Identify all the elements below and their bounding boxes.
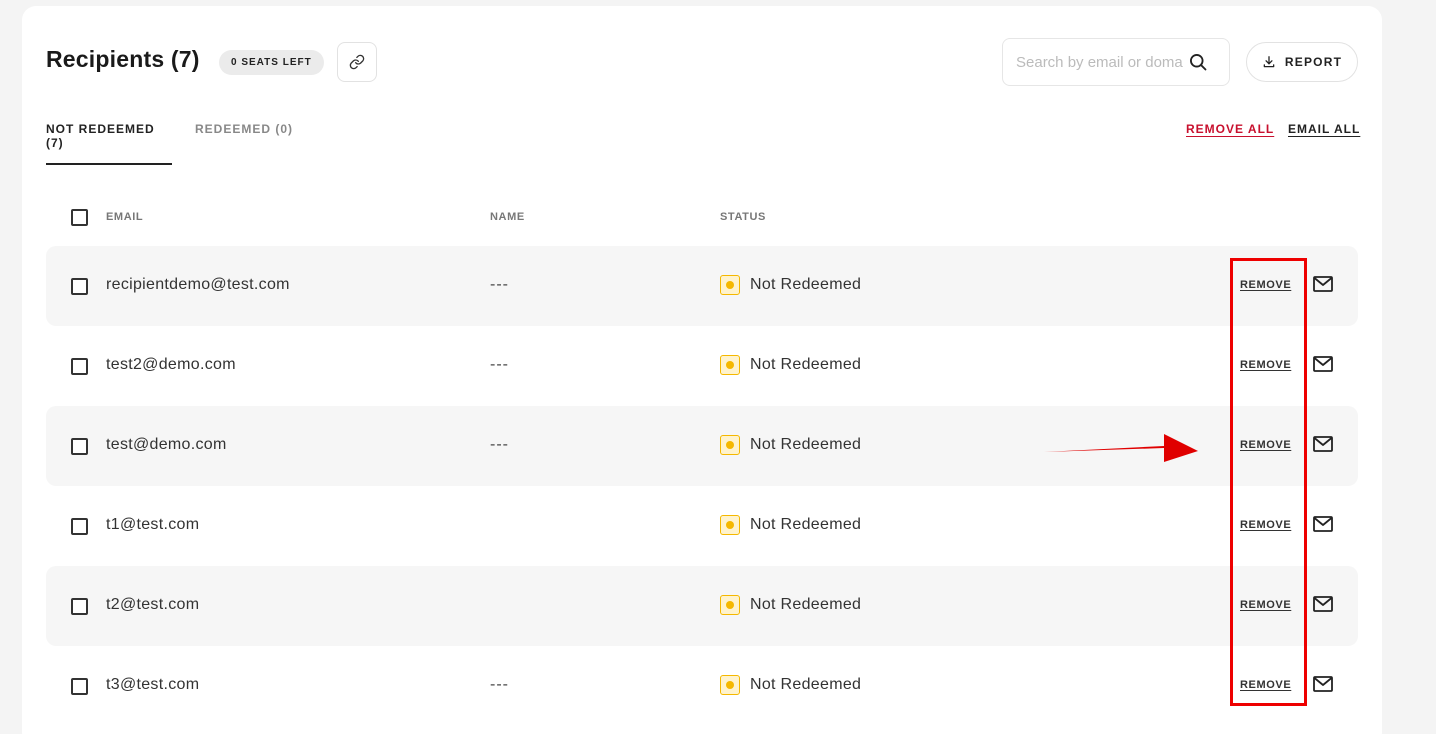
pending-status-icon — [720, 675, 740, 695]
recipient-email: t1@test.com — [106, 516, 200, 533]
download-icon — [1263, 56, 1275, 68]
status-badge: Not Redeemed — [720, 515, 861, 535]
status-badge: Not Redeemed — [720, 275, 861, 295]
search-box — [1002, 38, 1230, 86]
table-row: test2@demo.com --- Not Redeemed REMOVE — [46, 326, 1358, 406]
mail-icon[interactable] — [1313, 676, 1333, 692]
remove-button[interactable]: REMOVE — [1240, 279, 1291, 291]
status-label: Not Redeemed — [750, 676, 862, 693]
remove-button[interactable]: REMOVE — [1240, 439, 1291, 451]
status-label: Not Redeemed — [750, 276, 862, 293]
recipient-email: t3@test.com — [106, 676, 200, 693]
recipient-name: --- — [490, 676, 509, 693]
recipients-card: Recipients (7) 0 SEATS LEFT REPORT NOT R… — [22, 6, 1382, 734]
recipient-name: --- — [490, 276, 509, 293]
table-row: t3@test.com --- Not Redeemed REMOVE — [46, 646, 1358, 726]
row-checkbox[interactable] — [71, 438, 88, 455]
recipient-email: recipientdemo@test.com — [106, 276, 290, 293]
email-all-link[interactable]: EMAIL ALL — [1288, 122, 1360, 136]
recipient-email: test@demo.com — [106, 436, 227, 453]
pending-status-icon — [720, 275, 740, 295]
report-label: REPORT — [1284, 55, 1343, 69]
table-row: recipientdemo@test.com --- Not Redeemed REM… — [46, 246, 1358, 326]
status-badge: Not Redeemed — [720, 675, 861, 695]
select-all-checkbox[interactable] — [71, 209, 88, 226]
status-badge: Not Redeemed — [720, 355, 861, 375]
status-label: Not Redeemed — [750, 596, 862, 613]
mail-icon[interactable] — [1313, 436, 1333, 452]
mail-icon[interactable] — [1313, 596, 1333, 612]
mail-icon[interactable] — [1313, 356, 1333, 372]
row-checkbox[interactable] — [71, 278, 88, 295]
table-row: t1@test.com Not Redeemed REMOVE — [46, 486, 1358, 566]
page-title: Recipients (7) — [46, 46, 200, 72]
copy-link-button[interactable] — [337, 42, 377, 82]
pending-status-icon — [720, 515, 740, 535]
remove-button[interactable]: REMOVE — [1240, 599, 1291, 611]
report-button[interactable]: REPORT — [1246, 42, 1358, 82]
tab-redeemed[interactable]: REDEEMED (0) — [195, 122, 293, 136]
status-badge: Not Redeemed — [720, 595, 861, 615]
recipient-name: --- — [490, 356, 509, 373]
status-label: Not Redeemed — [750, 516, 862, 533]
column-header-name: NAME — [490, 211, 525, 223]
remove-all-link[interactable]: REMOVE ALL — [1186, 122, 1274, 136]
row-checkbox[interactable] — [71, 598, 88, 615]
tab-not-redeemed[interactable]: NOT REDEEMED (7) — [46, 122, 172, 165]
annotation-arrow-icon — [1044, 434, 1198, 462]
column-header-email: EMAIL — [106, 211, 144, 223]
row-checkbox[interactable] — [71, 678, 88, 695]
remove-button[interactable]: REMOVE — [1240, 519, 1291, 531]
remove-button[interactable]: REMOVE — [1240, 359, 1291, 371]
pending-status-icon — [720, 595, 740, 615]
row-checkbox[interactable] — [71, 358, 88, 375]
seats-left-badge: 0 SEATS LEFT — [219, 50, 324, 75]
search-icon[interactable] — [1188, 52, 1208, 72]
mail-icon[interactable] — [1313, 276, 1333, 292]
table-row: t2@test.com Not Redeemed REMOVE — [46, 566, 1358, 646]
pending-status-icon — [720, 435, 740, 455]
status-label: Not Redeemed — [750, 436, 862, 453]
pending-status-icon — [720, 355, 740, 375]
link-icon — [349, 54, 365, 70]
status-badge: Not Redeemed — [720, 435, 861, 455]
column-header-status: STATUS — [720, 211, 766, 223]
remove-button[interactable]: REMOVE — [1240, 679, 1291, 691]
search-input[interactable] — [1016, 53, 1188, 71]
row-checkbox[interactable] — [71, 518, 88, 535]
recipient-email: t2@test.com — [106, 596, 200, 613]
mail-icon[interactable] — [1313, 516, 1333, 532]
recipient-name: --- — [490, 436, 509, 453]
status-label: Not Redeemed — [750, 356, 862, 373]
recipient-email: test2@demo.com — [106, 356, 236, 373]
